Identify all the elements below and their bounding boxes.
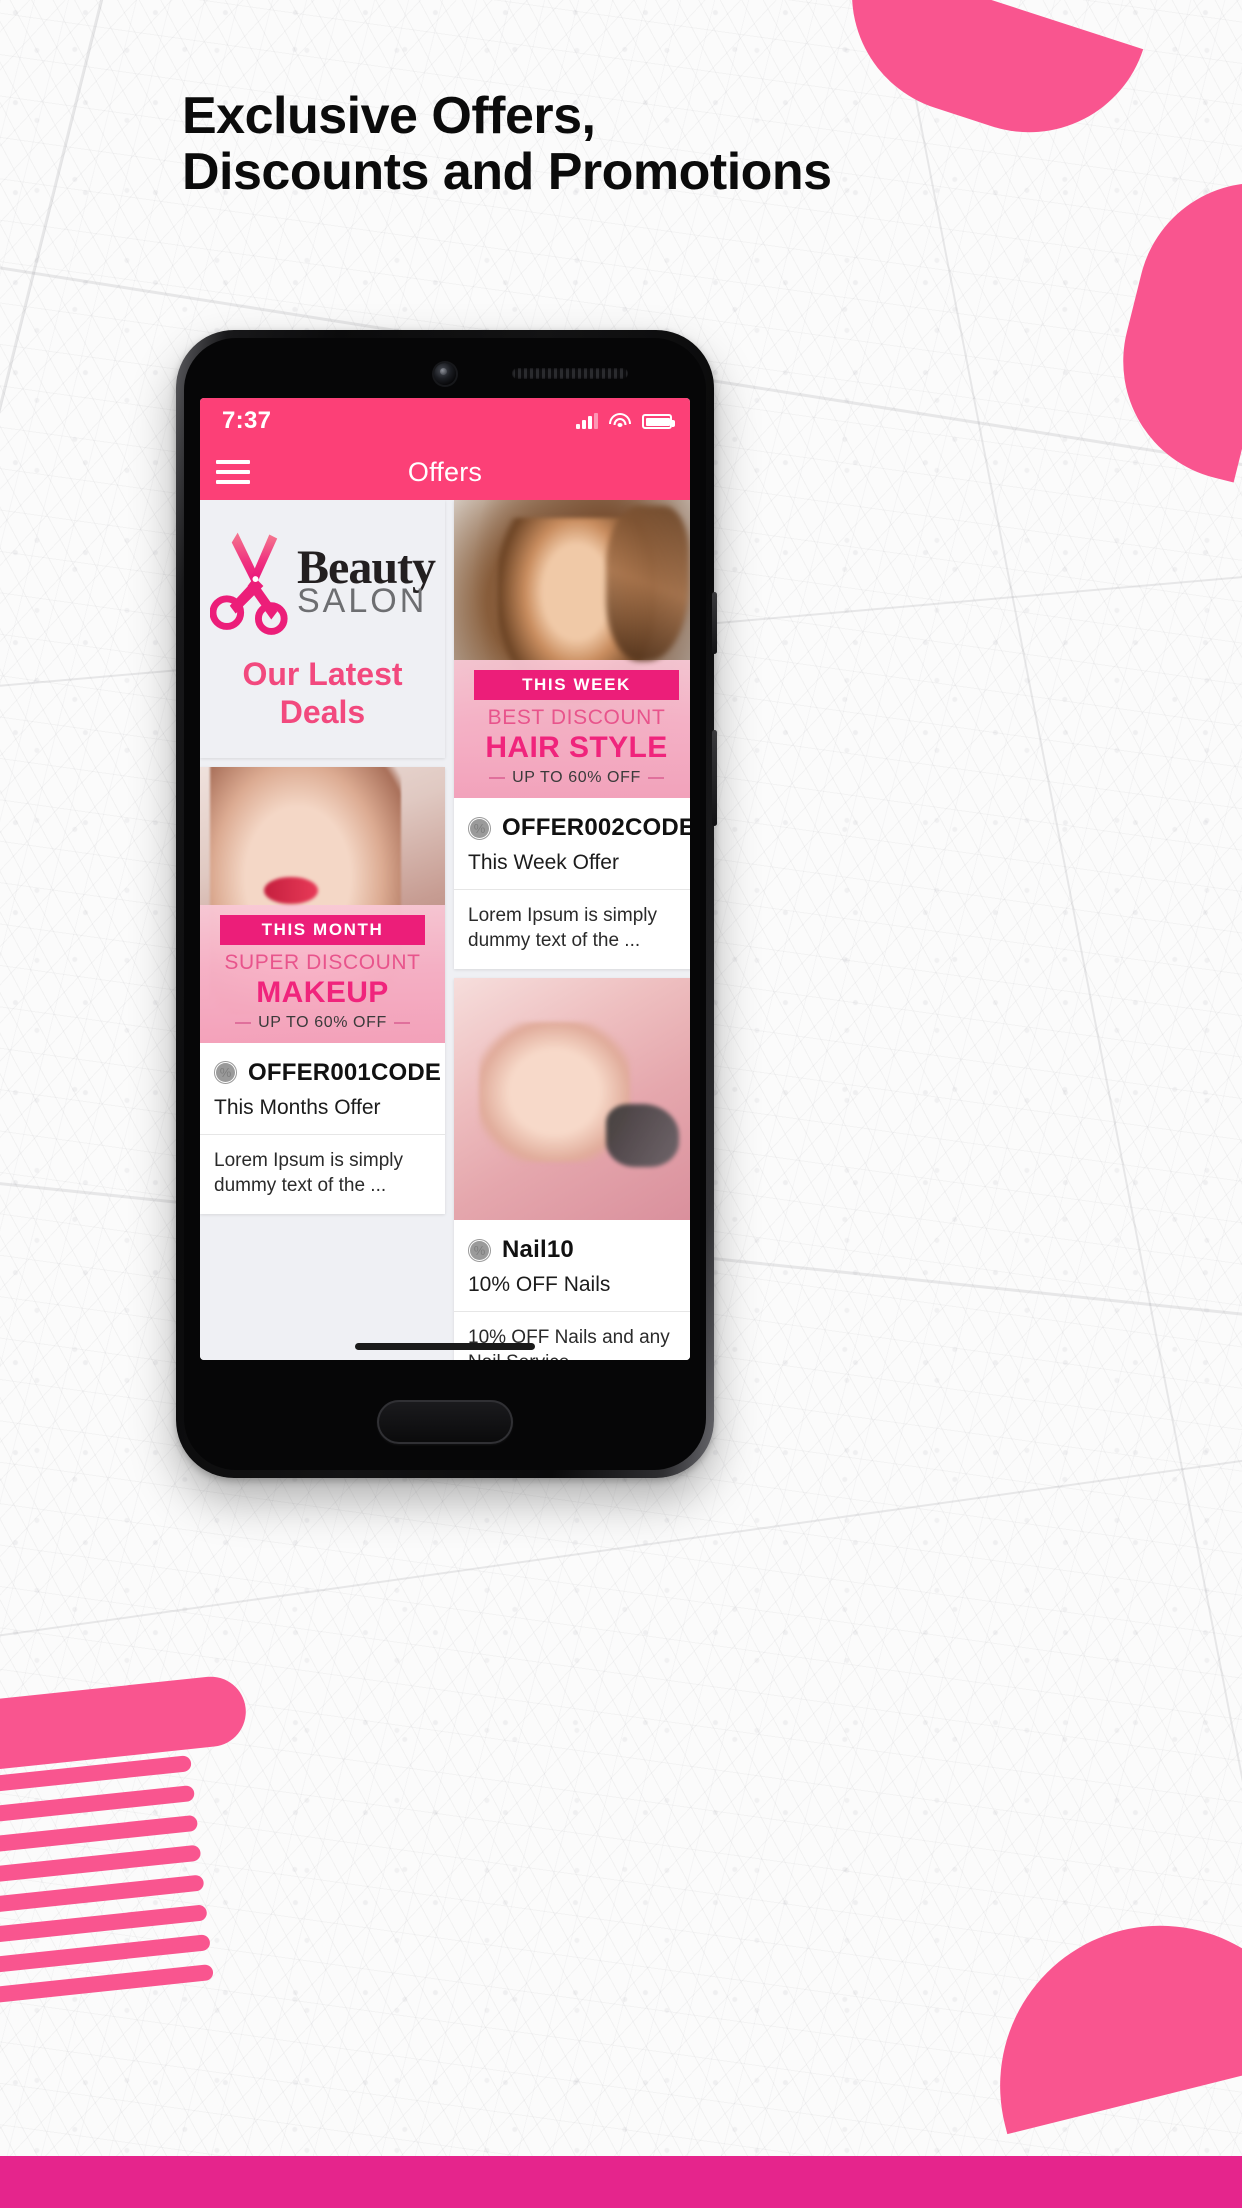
- promo-tag: THIS MONTH: [220, 914, 425, 945]
- offer-code: OFFER002CODE: [502, 814, 690, 841]
- promo-title: MAKEUP: [256, 975, 389, 1009]
- promo-footer: UP TO 60% OFF: [464, 769, 689, 787]
- promo-subtitle: SUPER DISCOUNT: [224, 950, 421, 974]
- offer-header: % OFFER001CODE: [200, 1043, 445, 1087]
- offer-subtitle: 10% OFF Nails: [468, 1273, 611, 1297]
- brand-tagline: Our Latest Deals: [210, 656, 435, 732]
- phone-mockup: 7:37 Offers Beauty SALON Our Latest Deal…: [176, 330, 717, 1478]
- hamburger-menu-icon[interactable]: [216, 460, 250, 484]
- offer-header: % OFFER002CODE: [454, 798, 690, 842]
- offer-code: Nail10: [502, 1236, 574, 1264]
- offer-card-nail10[interactable]: % Nail10 10% OFF Nails 10% OFF Nails and…: [454, 978, 690, 1360]
- offer-subtitle: This Months Offer: [214, 1095, 381, 1119]
- signal-bars-icon: [576, 413, 598, 429]
- offers-column-left: Beauty SALON Our Latest Deals THIS MONTH…: [200, 500, 445, 1214]
- status-icons: [576, 413, 675, 429]
- offer-description: 10% OFF Nails and any Nail Service...: [468, 1327, 670, 1360]
- offer-card-makeup[interactable]: THIS MONTH SUPER DISCOUNT MAKEUP UP TO 6…: [200, 766, 445, 1214]
- woman-with-scissors-photo: THIS WEEK BEST DISCOUNT HAIR STYLE UP TO…: [454, 500, 690, 798]
- home-button[interactable]: [377, 1400, 513, 1444]
- promo-title: HAIR STYLE: [485, 731, 668, 764]
- poster-bottom-bar: [0, 2156, 1242, 2208]
- brand-logo: Beauty SALON: [210, 526, 436, 638]
- offer-code: OFFER001CODE: [248, 1058, 442, 1086]
- promo-banner-hair: THIS WEEK BEST DISCOUNT HAIR STYLE UP TO…: [454, 660, 690, 798]
- offer-header: % Nail10: [454, 1220, 690, 1264]
- brand-tagline-line-1: Our Latest: [242, 656, 403, 692]
- headline-line-1: Exclusive Offers,: [182, 87, 596, 145]
- brand-card: Beauty SALON Our Latest Deals: [200, 500, 445, 758]
- promo-footer: UP TO 60% OFF: [210, 1014, 435, 1032]
- brand-name-secondary: SALON: [297, 582, 428, 621]
- front-camera-icon: [434, 363, 456, 385]
- headline-line-2: Discounts and Promotions: [182, 143, 832, 202]
- promo-subtitle: BEST DISCOUNT: [487, 706, 666, 730]
- makeup-model-photo: THIS MONTH SUPER DISCOUNT MAKEUP UP TO 6…: [200, 766, 445, 1043]
- phone-bezel: 7:37 Offers Beauty SALON Our Latest Deal…: [184, 338, 706, 1470]
- promo-banner-makeup: THIS MONTH SUPER DISCOUNT MAKEUP UP TO 6…: [200, 904, 445, 1043]
- offer-card-hair-style[interactable]: THIS WEEK BEST DISCOUNT HAIR STYLE UP TO…: [454, 500, 690, 970]
- discount-badge-icon: %: [214, 1061, 237, 1084]
- comb-graphic: [0, 1673, 276, 2033]
- brand-tagline-line-2: Deals: [279, 693, 366, 730]
- app-bar-title: Offers: [407, 456, 483, 487]
- nail-polish-photo: [454, 978, 690, 1221]
- power-button[interactable]: [712, 730, 717, 826]
- volume-button[interactable]: [712, 592, 717, 654]
- battery-icon: [642, 414, 675, 429]
- phone-screen: 7:37 Offers Beauty SALON Our Latest Deal…: [200, 398, 690, 1360]
- wifi-icon: [609, 413, 631, 429]
- earpiece-speaker: [512, 368, 628, 379]
- offers-column-right: THIS WEEK BEST DISCOUNT HAIR STYLE UP TO…: [454, 500, 690, 1360]
- offer-description: Lorem Ipsum is simply dummy text of the …: [468, 905, 657, 952]
- discount-badge-icon: %: [468, 816, 491, 840]
- brand-name: Beauty SALON: [297, 544, 436, 621]
- offer-description: Lorem Ipsum is simply dummy text of the …: [214, 1149, 403, 1196]
- scissors-icon: [210, 532, 288, 635]
- comb-teeth: [0, 1753, 235, 2019]
- status-bar: 7:37: [200, 398, 690, 444]
- page-title: Exclusive Offers, Discounts and Promotio…: [182, 88, 832, 200]
- discount-badge-icon: %: [468, 1238, 491, 1262]
- status-clock: 7:37: [222, 407, 272, 434]
- promo-tag: THIS WEEK: [474, 670, 679, 701]
- navigation-pill[interactable]: [355, 1343, 535, 1350]
- offers-grid[interactable]: Beauty SALON Our Latest Deals THIS MONTH…: [200, 500, 690, 1360]
- app-bar: Offers: [200, 444, 690, 500]
- offer-subtitle: This Week Offer: [468, 851, 619, 874]
